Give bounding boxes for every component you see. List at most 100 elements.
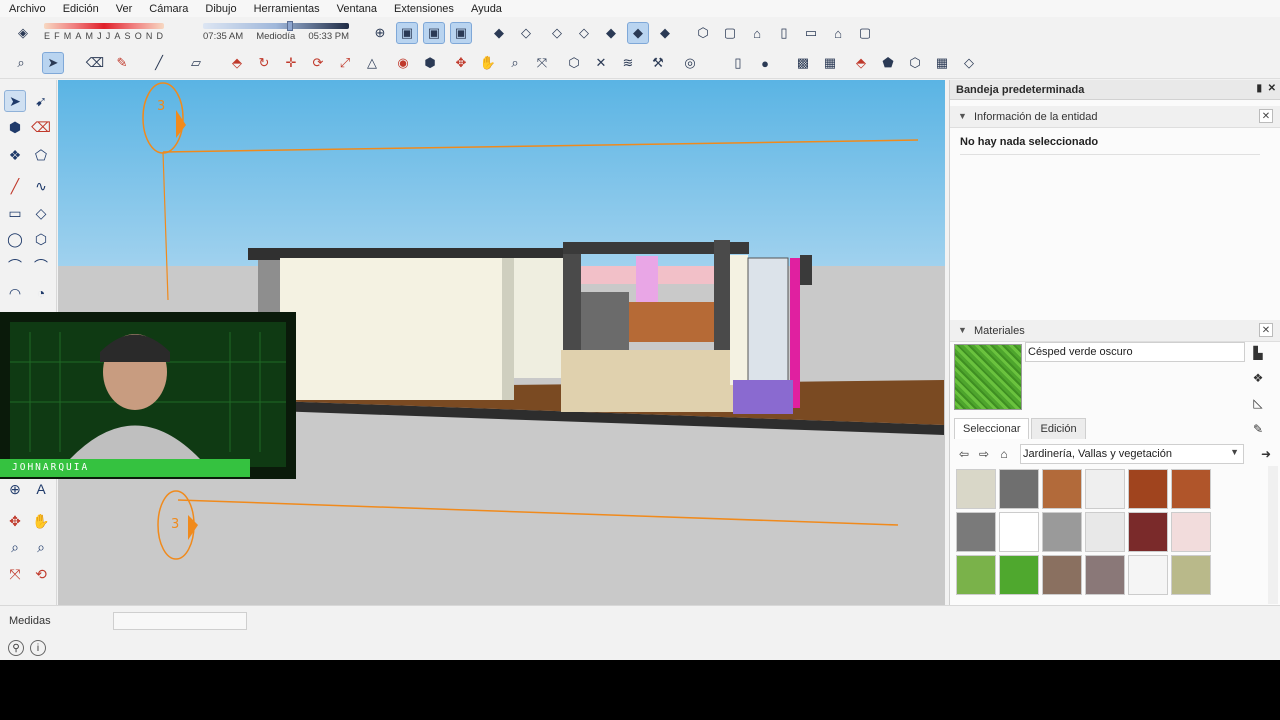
tag-icon[interactable]: ⬠: [30, 144, 52, 166]
text-3d-icon[interactable]: A: [30, 478, 52, 500]
time-slider[interactable]: 07:35 AM Mediodía 05:33 PM: [203, 21, 349, 42]
flip-edge-icon[interactable]: ◇: [958, 52, 980, 74]
pan-icon[interactable]: ✋: [30, 510, 52, 532]
stamp-icon[interactable]: ⬟: [877, 52, 899, 74]
pencil-tool-icon[interactable]: ✎: [111, 52, 133, 74]
pushpull-tool-icon[interactable]: ⬘: [226, 52, 248, 74]
style-icon[interactable]: ◆: [654, 22, 676, 44]
orbit-icon[interactable]: ✥: [4, 510, 26, 532]
arc-icon[interactable]: ⌒: [4, 255, 26, 277]
swatch-grass-light[interactable]: [956, 555, 996, 595]
date-slider[interactable]: E F M A M J J A S O N D: [44, 23, 164, 41]
home-icon[interactable]: ⌂: [994, 447, 1014, 461]
swatch-fence-grey[interactable]: [1042, 512, 1082, 552]
warehouse-icon[interactable]: ⬡: [563, 52, 585, 74]
tab-select[interactable]: Seleccionar: [954, 418, 1030, 439]
paint-bucket-icon[interactable]: ⬢: [4, 116, 26, 138]
extension-icon[interactable]: ⚒: [647, 52, 669, 74]
details-arrow-icon[interactable]: ➜: [1256, 447, 1276, 461]
select-tool-icon[interactable]: ➤: [42, 52, 64, 74]
swatch-hex-red[interactable]: [1171, 512, 1211, 552]
time-slider-knob[interactable]: [287, 21, 293, 31]
shaded-icon[interactable]: ◇: [573, 22, 595, 44]
pan-tool-icon[interactable]: ✋: [477, 52, 499, 74]
menu-herramientas[interactable]: Herramientas: [245, 3, 328, 15]
menu-edicion[interactable]: Edición: [54, 3, 107, 15]
orbit-view-icon[interactable]: ⊕: [369, 22, 391, 44]
library-dropdown[interactable]: Jardinería, Vallas y vegetación ▼: [1020, 444, 1244, 464]
back-arrow-icon[interactable]: ⇦: [954, 447, 974, 461]
paint-bucket-icon[interactable]: ▙: [1250, 345, 1266, 361]
swatch-rail[interactable]: [1085, 469, 1125, 509]
monochrome-icon[interactable]: ◆: [627, 22, 649, 44]
menu-dibujo[interactable]: Dibujo: [196, 3, 244, 15]
polygon-icon[interactable]: ⬡: [30, 228, 52, 250]
zoom-extents-icon[interactable]: ⤧: [531, 52, 553, 74]
swatch-diamond[interactable]: [999, 512, 1039, 552]
arc-2pt-icon[interactable]: ⌒: [30, 255, 52, 277]
components-icon[interactable]: ✕: [590, 52, 612, 74]
swatch-planks-grey[interactable]: [956, 512, 996, 552]
swatch-grass-dark[interactable]: [999, 555, 1039, 595]
back-edges-icon[interactable]: ▣: [423, 22, 445, 44]
xray-icon[interactable]: ▣: [396, 22, 418, 44]
new-file-icon[interactable]: ▯: [727, 52, 749, 74]
drape-icon[interactable]: ⬡: [904, 52, 926, 74]
swatch-stone-dark[interactable]: [999, 469, 1039, 509]
eraser-icon[interactable]: ⌫: [30, 116, 52, 138]
position-camera-icon[interactable]: ⊕: [4, 478, 26, 500]
shaded-textures-icon[interactable]: ◆: [600, 22, 622, 44]
measurements-input[interactable]: [113, 612, 247, 630]
right-view-icon[interactable]: ▢: [719, 22, 741, 44]
followme-tool-icon[interactable]: ↻: [253, 52, 275, 74]
close-icon[interactable]: ✕: [1268, 83, 1276, 94]
create-material-icon[interactable]: ❖: [1250, 370, 1266, 386]
paint-tool-icon[interactable]: ⬢: [419, 52, 441, 74]
bottom-view-icon[interactable]: ⌂: [827, 22, 849, 44]
material-preview[interactable]: [954, 344, 1022, 410]
swatch-iron-fence[interactable]: [1085, 512, 1125, 552]
swatch-maroon[interactable]: [1128, 512, 1168, 552]
front-view-icon[interactable]: ⬡: [692, 22, 714, 44]
rectangle-tool-icon[interactable]: ▱: [185, 52, 207, 74]
orbit-tool-icon[interactable]: ✥: [450, 52, 472, 74]
previous-view-icon[interactable]: ⟲: [30, 563, 52, 585]
grid-icon[interactable]: ▦: [819, 52, 841, 74]
sandbox-icon[interactable]: ▩: [792, 52, 814, 74]
line-tool-icon[interactable]: ╱: [148, 52, 170, 74]
swatch-lattice[interactable]: [1042, 469, 1082, 509]
search-icon[interactable]: ⌕: [10, 52, 32, 74]
tape-tool-icon[interactable]: ◉: [392, 52, 414, 74]
circle-icon[interactable]: ◯: [4, 228, 26, 250]
forward-arrow-icon[interactable]: ⇨: [974, 447, 994, 461]
section-plane-bottom[interactable]: 3: [157, 490, 899, 560]
hidden-line-icon[interactable]: ◇: [546, 22, 568, 44]
swatch-wood-red[interactable]: [1128, 469, 1168, 509]
geo-location-icon[interactable]: ⚲: [8, 640, 24, 656]
perspective-icon[interactable]: ▢: [854, 22, 876, 44]
lasso-icon[interactable]: ➹: [30, 90, 52, 112]
date-slider-track[interactable]: [44, 23, 164, 29]
component-icon[interactable]: ❖: [4, 144, 26, 166]
entity-info-header[interactable]: ▼ Información de la entidad ✕: [950, 106, 1280, 128]
swatch-picket[interactable]: [1128, 555, 1168, 595]
close-icon[interactable]: ✕: [1259, 109, 1273, 123]
zoom-tool-icon[interactable]: ⌕: [504, 52, 526, 74]
account-icon[interactable]: ◎: [679, 52, 701, 74]
zoom-extents-tool-icon[interactable]: ⤧: [4, 563, 26, 585]
pie-icon[interactable]: ◔: [30, 282, 52, 304]
line-icon[interactable]: ╱: [4, 175, 26, 197]
smoove-icon[interactable]: ⬘: [850, 52, 872, 74]
info-icon[interactable]: i: [30, 640, 46, 656]
rotated-rect-icon[interactable]: ◇: [30, 202, 52, 224]
swatch-wood-fence[interactable]: [1171, 469, 1211, 509]
tab-edit[interactable]: Edición: [1031, 418, 1086, 439]
swatch-pavers[interactable]: [1085, 555, 1125, 595]
swatch-moss[interactable]: [1171, 555, 1211, 595]
left-view-icon[interactable]: ▭: [800, 22, 822, 44]
offset-tool-icon[interactable]: △: [361, 52, 383, 74]
zoom-window-icon[interactable]: ⌕: [30, 536, 52, 558]
swatch-scrollbar[interactable]: [1268, 466, 1278, 604]
time-slider-track[interactable]: [203, 21, 349, 31]
select-icon[interactable]: ➤: [4, 90, 26, 112]
